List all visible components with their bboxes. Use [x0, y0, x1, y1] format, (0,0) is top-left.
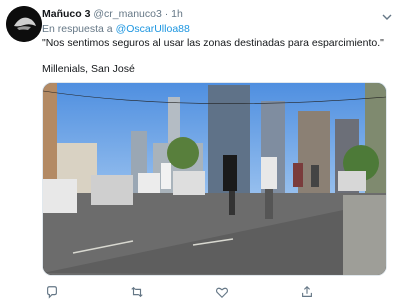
- tweet-header: Mañuco 3 @cr_manuco3 · 1h: [42, 8, 376, 21]
- like-icon[interactable]: [212, 282, 232, 302]
- share-icon[interactable]: [297, 282, 317, 302]
- reply-context: En respuesta a @OscarUlloa88: [42, 23, 190, 36]
- author-handle[interactable]: @cr_manuco3: [93, 8, 161, 20]
- avatar[interactable]: [6, 6, 42, 42]
- reply-mention-link[interactable]: @OscarUlloa88: [116, 23, 190, 35]
- tweet[interactable]: Mañuco 3 @cr_manuco3 · 1h En respuesta a…: [0, 0, 400, 308]
- reply-icon[interactable]: [42, 282, 62, 302]
- chevron-down-icon[interactable]: [382, 8, 392, 20]
- separator: ·: [164, 8, 169, 20]
- timestamp[interactable]: 1h: [171, 8, 183, 20]
- author-name[interactable]: Mañuco 3: [42, 8, 90, 20]
- retweet-icon[interactable]: [127, 282, 147, 302]
- media-video[interactable]: [42, 82, 387, 276]
- tweet-text-line-2: Millenials, San José: [42, 63, 135, 75]
- reply-prefix: En respuesta a: [42, 23, 113, 35]
- avatar-image: [6, 6, 42, 42]
- video-frame: [43, 83, 386, 275]
- tweet-actions: [42, 282, 382, 302]
- tweet-text: "Nos sentimos seguros al usar las zonas …: [42, 37, 384, 49]
